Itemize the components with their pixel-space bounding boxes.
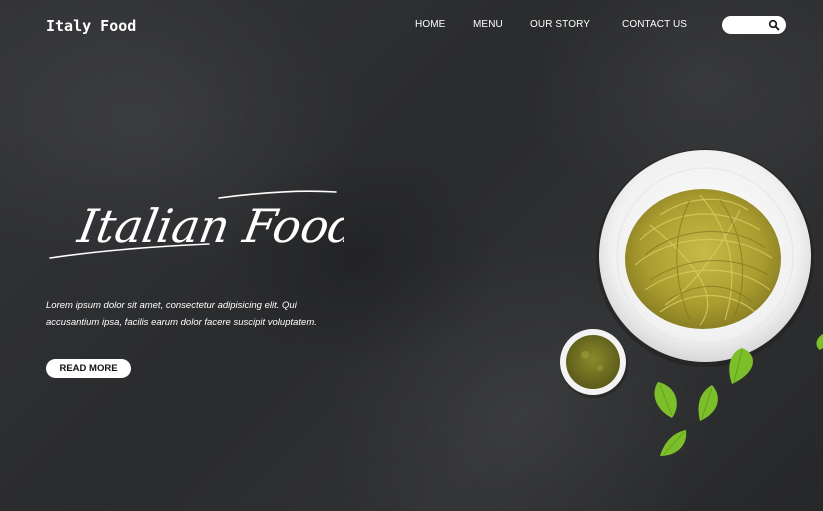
basil-leaf: [698, 385, 718, 421]
basil-leaf: [816, 334, 823, 350]
pesto-bowl: [560, 329, 628, 398]
pasta: [625, 189, 781, 329]
basil-leaf: [660, 430, 687, 456]
basil-leaf: [654, 382, 677, 418]
food-illustration: [560, 149, 823, 456]
pasta-plate: [596, 149, 814, 367]
